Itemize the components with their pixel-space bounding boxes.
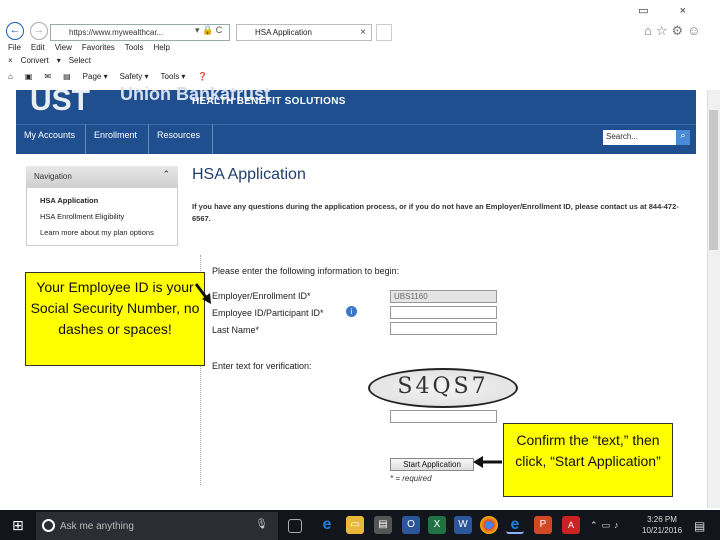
forward-button[interactable]: → xyxy=(30,22,48,40)
menu-bar: File Edit View Favorites Tools Help xyxy=(8,43,170,52)
employee-id-label: Employee ID/Participant ID* xyxy=(212,308,324,318)
menu-view[interactable]: View xyxy=(55,43,72,52)
system-tray[interactable]: ⌃▭♪ xyxy=(590,520,623,531)
safety-menu[interactable]: Safety ▾ xyxy=(120,72,149,81)
excel-icon[interactable]: X xyxy=(428,516,446,534)
clock-time: 3:26 PM xyxy=(647,515,677,524)
sidebar-item-plan-options[interactable]: Learn more about my plan options xyxy=(40,228,154,237)
employee-id-field[interactable] xyxy=(390,306,497,319)
page-title: HSA Application xyxy=(192,166,306,183)
employer-id-field[interactable]: UBS1160 xyxy=(390,290,497,303)
callout-arrow-1 xyxy=(194,283,211,304)
last-name-label: Last Name* xyxy=(212,325,260,335)
windows-start-icon[interactable]: ⊞ xyxy=(12,518,26,532)
print-icon[interactable]: ▤ xyxy=(63,72,71,81)
sidebar-heading[interactable]: Navigation ⌃ xyxy=(26,166,178,188)
ie-toolbar: ⌂ ▣ ✉ ▤ Page ▾ Safety ▾ Tools ▾ ❓ xyxy=(8,72,207,81)
help-icon[interactable]: ❓ xyxy=(197,72,207,81)
menu-favorites[interactable]: Favorites xyxy=(82,43,115,52)
taskbar-search[interactable]: Ask me anything 🎙 xyxy=(36,512,278,540)
address-controls[interactable]: ▾ 🔒 C xyxy=(195,25,222,36)
clock-date: 10/21/2016 xyxy=(642,526,683,535)
employer-id-label: Employer/Enrollment ID* xyxy=(212,291,311,301)
ie-icon[interactable]: e xyxy=(506,516,524,534)
verification-label: Enter text for verification: xyxy=(212,361,312,371)
close-icon[interactable]: × xyxy=(8,56,13,65)
word-icon[interactable]: W xyxy=(454,516,472,534)
clock[interactable]: 3:26 PM 10/21/2016 xyxy=(642,514,682,536)
home-star-gear-icons[interactable]: ⌂☆⚙☺ xyxy=(644,23,704,39)
verification-field[interactable] xyxy=(390,410,497,423)
search-icon[interactable]: ⌕ xyxy=(676,130,690,145)
info-icon[interactable]: i xyxy=(346,306,357,317)
chrome-icon[interactable] xyxy=(480,516,498,534)
start-application-button[interactable]: Start Application xyxy=(390,458,474,471)
back-button[interactable]: ← xyxy=(6,22,24,40)
callout-confirm: Confirm the “text,” then click, “Start A… xyxy=(503,423,673,497)
tab-close-icon[interactable]: × xyxy=(360,27,366,38)
sidebar-heading-label: Navigation xyxy=(34,172,72,181)
edge-icon[interactable]: e xyxy=(318,516,336,534)
taskbar-search-placeholder: Ask me anything xyxy=(60,521,134,532)
home-icon[interactable]: ⌂ xyxy=(8,72,13,81)
site-tagline: HEALTH BENEFIT SOLUTIONS xyxy=(192,96,346,107)
notification-icon[interactable]: ▤ xyxy=(694,519,705,533)
browser-tab[interactable]: HSA Application × xyxy=(236,24,372,41)
required-note: * = required xyxy=(390,474,432,483)
scrollbar-thumb[interactable] xyxy=(709,110,718,250)
file-explorer-icon[interactable]: ▭ xyxy=(346,516,364,534)
cortana-icon xyxy=(42,519,55,532)
chevron-down-icon[interactable]: ▾ xyxy=(57,56,61,65)
callout-arrow-2 xyxy=(473,456,502,468)
info-text: If you have any questions during the app… xyxy=(192,202,679,223)
nav-enrollment[interactable]: Enrollment xyxy=(86,124,149,154)
new-tab-button[interactable] xyxy=(376,24,392,41)
callout-employee-id: Your Employee ID is your Social Security… xyxy=(25,272,205,366)
tools-menu[interactable]: Tools ▾ xyxy=(161,72,186,81)
sidebar-item-eligibility[interactable]: HSA Enrollment Eligibility xyxy=(40,212,124,221)
microphone-icon[interactable]: 🎙 xyxy=(255,519,268,530)
powerpoint-icon[interactable]: P xyxy=(534,516,552,534)
captcha-image: S4QS7 xyxy=(368,368,518,408)
chevron-up-icon[interactable]: ⌃ xyxy=(162,169,170,180)
sidebar-item-hsa-application[interactable]: HSA Application xyxy=(40,196,98,205)
menu-edit[interactable]: Edit xyxy=(31,43,45,52)
page-menu[interactable]: Page ▾ xyxy=(83,72,108,81)
site-logo: UST xyxy=(30,84,90,117)
mail-icon[interactable]: ✉ xyxy=(44,72,51,81)
site-banner xyxy=(16,90,696,124)
window-controls[interactable]: ▭ × xyxy=(638,4,700,17)
search-input[interactable]: Search... xyxy=(603,130,677,145)
command-bar: × Convert ▾ Select xyxy=(8,56,91,65)
store-icon[interactable]: ▤ xyxy=(374,516,392,534)
nav-my-accounts[interactable]: My Accounts xyxy=(16,124,86,154)
acrobat-icon[interactable]: A xyxy=(562,516,580,534)
menu-file[interactable]: File xyxy=(8,43,21,52)
nav-resources[interactable]: Resources xyxy=(149,124,213,154)
convert-button[interactable]: Convert xyxy=(21,56,49,65)
outlook-icon[interactable]: O xyxy=(402,516,420,534)
tab-title: HSA Application xyxy=(255,28,312,37)
feeds-icon[interactable]: ▣ xyxy=(25,72,33,81)
last-name-field[interactable] xyxy=(390,322,497,335)
task-view-icon[interactable] xyxy=(288,519,302,533)
form-heading: Please enter the following information t… xyxy=(212,266,400,276)
menu-help[interactable]: Help xyxy=(153,43,169,52)
select-button[interactable]: Select xyxy=(69,56,91,65)
menu-tools[interactable]: Tools xyxy=(125,43,144,52)
